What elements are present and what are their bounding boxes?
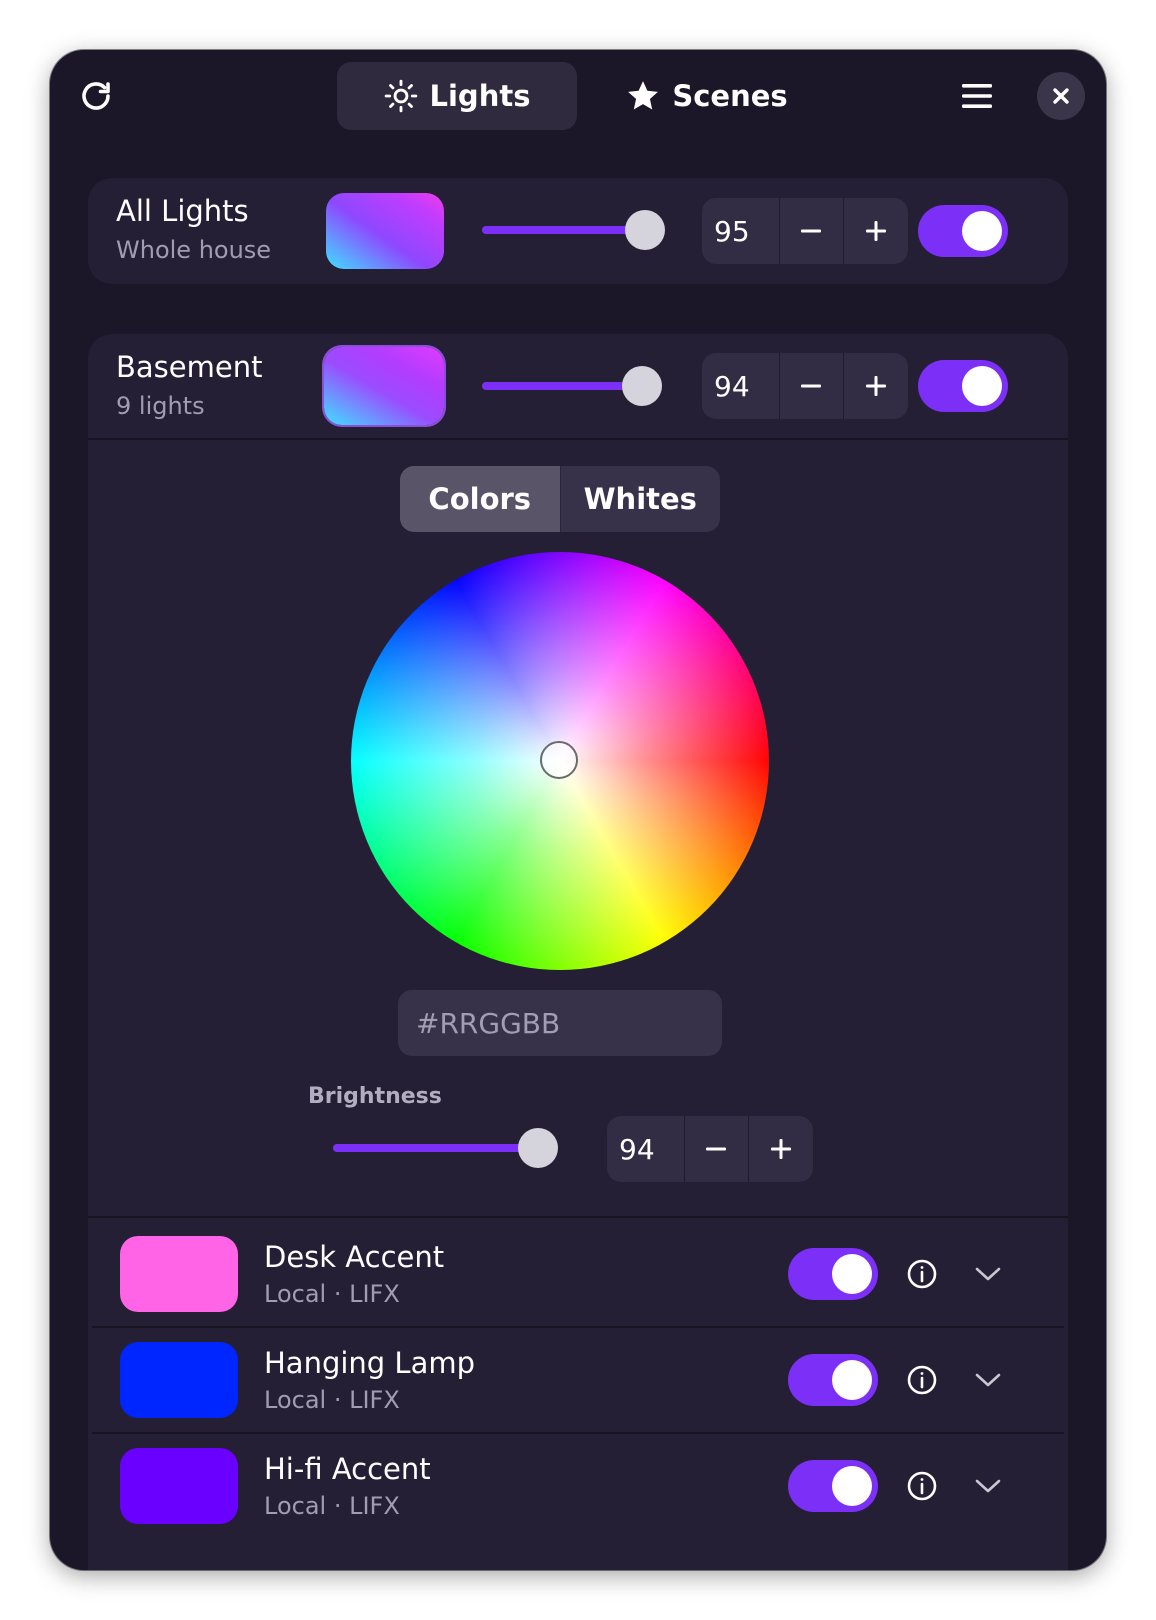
picker-decrease-button[interactable] [685, 1116, 749, 1182]
tab-whites[interactable]: Whites [561, 466, 721, 532]
brightness-label: Brightness [308, 1084, 442, 1109]
light-info-button[interactable] [906, 1364, 938, 1396]
light-color-swatch[interactable] [120, 1448, 238, 1524]
star-icon [628, 81, 659, 110]
color-wheel-handle[interactable] [540, 741, 578, 779]
slider-fill [333, 1144, 538, 1152]
group-increase-button[interactable] [843, 353, 908, 419]
all-lights-brightness-value[interactable]: 95 [702, 198, 780, 264]
light-name: Desk Accent [264, 1240, 445, 1274]
group-brightness-spinner: 94 [702, 353, 908, 419]
toggle-knob [832, 1360, 872, 1400]
plus-icon [771, 1139, 792, 1159]
menu-button[interactable] [955, 74, 999, 118]
light-source: Local · LIFX [264, 1386, 400, 1414]
refresh-button[interactable] [72, 72, 120, 120]
tab-lights[interactable]: Lights [337, 62, 577, 130]
info-icon [907, 1471, 937, 1501]
picker-increase-button[interactable] [748, 1116, 813, 1182]
picker-brightness-value[interactable]: 94 [607, 1116, 685, 1182]
all-lights-brightness-slider[interactable] [482, 210, 666, 250]
plus-icon [866, 376, 887, 396]
all-lights-increase-button[interactable] [843, 198, 908, 264]
hex-color-input[interactable] [398, 990, 722, 1056]
light-expand-button[interactable] [972, 1258, 1004, 1290]
chevron-down-icon [975, 1479, 1001, 1493]
slider-fill [482, 226, 646, 234]
group-decrease-button[interactable] [780, 353, 844, 419]
refresh-icon [82, 82, 110, 110]
picker-brightness-spinner: 94 [607, 1116, 813, 1182]
group-brightness-value[interactable]: 94 [702, 353, 780, 419]
light-name: Hanging Lamp [264, 1346, 476, 1380]
slider-fill [482, 382, 642, 390]
chevron-down-icon [975, 1373, 1001, 1387]
toggle-knob [832, 1254, 872, 1294]
minus-icon [801, 229, 822, 233]
close-icon [1053, 88, 1069, 104]
light-source: Local · LIFX [264, 1492, 400, 1520]
group-color-swatch[interactable] [324, 347, 444, 425]
light-power-toggle[interactable] [788, 1248, 878, 1300]
light-power-toggle[interactable] [788, 1354, 878, 1406]
all-lights-card: All Lights Whole house 95 [88, 178, 1068, 284]
group-brightness-slider[interactable] [482, 366, 662, 406]
tab-lights-label: Lights [429, 79, 531, 113]
toggle-knob [962, 211, 1002, 251]
all-lights-power-toggle[interactable] [918, 205, 1008, 257]
tab-colors[interactable]: Colors [400, 466, 561, 532]
color-wheel[interactable] [351, 552, 769, 970]
divider [88, 438, 1068, 440]
all-lights-decrease-button[interactable] [780, 198, 844, 264]
light-info-button[interactable] [906, 1470, 938, 1502]
info-icon [907, 1365, 937, 1395]
group-subtitle: 9 lights [116, 392, 205, 420]
tab-scenes-label: Scenes [672, 79, 788, 113]
chevron-down-icon [975, 1267, 1001, 1281]
all-lights-color-swatch[interactable] [326, 193, 444, 269]
slider-knob[interactable] [625, 210, 666, 250]
light-row: Hanging Lamp Local · LIFX [88, 1324, 1068, 1430]
light-expand-button[interactable] [972, 1470, 1004, 1502]
light-power-toggle[interactable] [788, 1460, 878, 1512]
light-expand-button[interactable] [972, 1364, 1004, 1396]
toggle-knob [962, 366, 1002, 406]
app-window: Lights Scenes All Lights Whole house 95 [50, 50, 1106, 1570]
slider-knob[interactable] [621, 366, 662, 406]
light-name: Hi-fi Accent [264, 1452, 431, 1486]
hamburger-menu-icon [962, 84, 992, 108]
light-info-button[interactable] [906, 1258, 938, 1290]
all-lights-brightness-spinner: 95 [702, 198, 908, 264]
all-lights-subtitle: Whole house [116, 236, 272, 264]
close-button[interactable] [1037, 72, 1085, 120]
picker-brightness-slider[interactable] [333, 1128, 558, 1168]
info-icon [907, 1259, 937, 1289]
picker-mode-switch: Colors Whites [400, 466, 720, 532]
toggle-knob [832, 1466, 872, 1506]
plus-icon [866, 221, 887, 241]
light-row: Hi-fi Accent Local · LIFX [88, 1430, 1068, 1536]
tab-scenes[interactable]: Scenes [617, 62, 797, 130]
light-color-swatch[interactable] [120, 1236, 238, 1312]
minus-icon [801, 384, 822, 388]
all-lights-title: All Lights [116, 194, 249, 228]
light-color-swatch[interactable] [120, 1342, 238, 1418]
light-source: Local · LIFX [264, 1280, 400, 1308]
sun-icon [384, 79, 417, 113]
basement-group-card: Basement 9 lights 94 Colors Whites #RRGG… [88, 334, 1068, 1570]
slider-knob[interactable] [517, 1128, 558, 1168]
light-row: Desk Accent Local · LIFX [88, 1218, 1068, 1324]
group-title: Basement [116, 350, 263, 384]
minus-icon [706, 1147, 727, 1151]
group-power-toggle[interactable] [918, 360, 1008, 412]
